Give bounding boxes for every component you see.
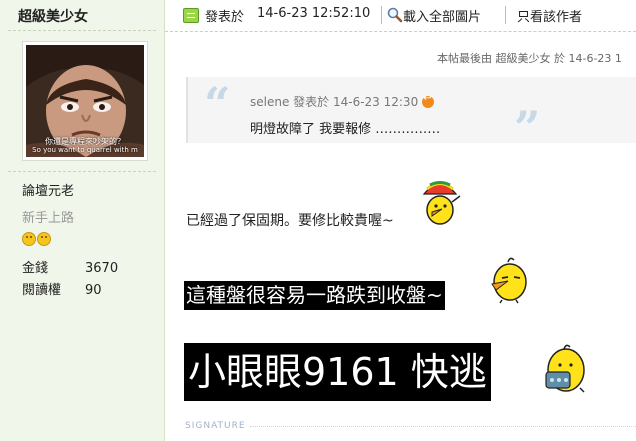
signature-label: SIGNATURE <box>185 421 246 431</box>
stat-label: 閱讀權 <box>22 283 62 298</box>
stat-money: 金錢 3670 <box>22 257 118 276</box>
close-quote-icon: ” <box>514 101 541 155</box>
stat-value: 3670 <box>85 261 119 276</box>
reply-line-2: 這種盤很容易一路跌到收盤~ <box>184 281 445 310</box>
avatar-image: 你還是專程來吵架的？ So you want to quarrel with m <box>26 45 144 157</box>
reply-line-3: 小眼眼9161 快逃 <box>184 343 491 401</box>
divider <box>8 171 156 172</box>
avatar[interactable]: 你還是專程來吵架的？ So you want to quarrel with m <box>22 41 148 161</box>
avatar-caption-line1: 你還是專程來吵架的？ <box>45 137 125 146</box>
stat-read-permission: 閱讀權 90 <box>22 279 102 298</box>
open-quote-icon: “ <box>204 77 231 131</box>
signature-divider <box>250 426 636 427</box>
post-info-bar: 發表於 14-6-23 12:52:10 載入全部圖片 只看該作者 <box>165 0 636 32</box>
chick-emoticon <box>422 181 461 225</box>
author-only-link[interactable]: 只看該作者 <box>517 6 582 25</box>
divider <box>8 30 156 31</box>
smiley-icon <box>37 232 51 246</box>
author-rank: 論壇元老 <box>22 184 75 199</box>
author-level: 新手上路 <box>22 211 75 226</box>
quote-text: 明燈故障了 我要報修 …………… <box>250 122 441 137</box>
divider <box>381 6 382 24</box>
stat-value: 90 <box>85 283 102 298</box>
chick-emoticon <box>491 257 527 304</box>
posted-time: 14-6-23 12:52:10 <box>257 6 371 21</box>
quote-meta: selene 發表於 14-6-23 12:30 <box>250 93 435 110</box>
avatar-caption: 你還是專程來吵架的？ So you want to quarrel with m <box>26 137 144 155</box>
author-sidebar: 超級美少女 你還是專程來吵架的？ So you want to quarrel … <box>0 0 165 441</box>
magnifier-icon[interactable] <box>387 7 403 23</box>
stat-label: 金錢 <box>22 261 49 276</box>
load-all-images-link[interactable]: 載入全部圖片 <box>403 6 481 25</box>
edited-note: 本帖最後由 超級美少女 於 14-6-23 1 <box>437 52 622 65</box>
jump-to-post-icon[interactable] <box>422 93 435 108</box>
avatar-caption-line2: So you want to quarrel with m <box>32 146 138 154</box>
quote-block: “ ” selene 發表於 14-6-23 12:30 明燈故障了 我要報修 … <box>186 77 636 151</box>
level-stars <box>22 231 52 250</box>
author-name[interactable]: 超級美少女 <box>18 6 88 26</box>
divider <box>505 6 506 24</box>
posted-label: 發表於 <box>205 10 245 25</box>
post-icon <box>183 8 199 23</box>
smiley-icon <box>22 232 36 246</box>
quote-author-time: selene 發表於 14-6-23 12:30 <box>250 95 419 109</box>
reply-line-1: 已經過了保固期。要修比較貴喔~ <box>186 213 394 229</box>
chick-emoticon <box>545 344 585 393</box>
